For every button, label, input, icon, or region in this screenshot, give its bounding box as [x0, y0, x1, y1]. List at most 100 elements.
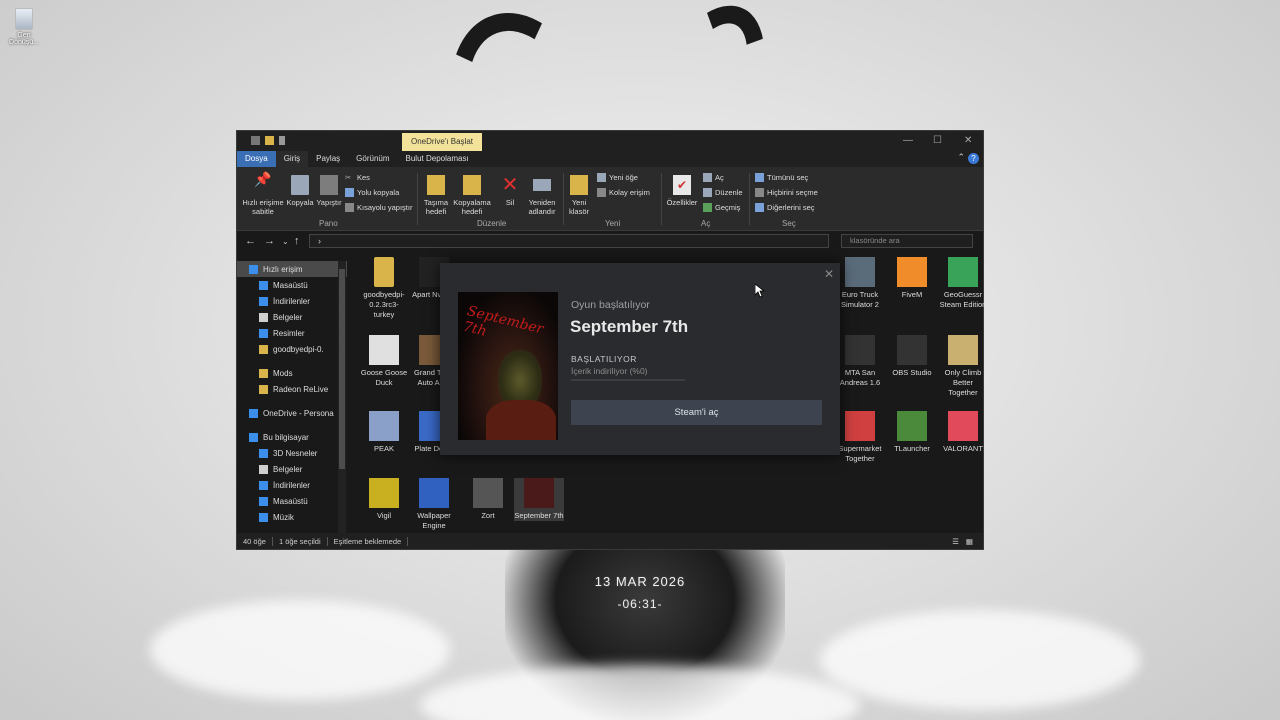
properties-button[interactable]: ✔ Özellikler: [665, 175, 699, 207]
sidebar-item[interactable]: İndirilenler: [237, 477, 347, 493]
file-icon: [948, 257, 978, 287]
select-all-label: Tümünü seç: [767, 173, 809, 182]
copy-path-label: Yolu kopyala: [357, 188, 400, 197]
file-icon: [524, 478, 554, 508]
pin-icon: 📌: [254, 171, 272, 187]
paste-shortcut-button[interactable]: Kısayolu yapıştır: [345, 203, 412, 212]
tab-cloud-storage[interactable]: Bulut Depolaması: [398, 151, 477, 167]
file-item[interactable]: Vigil: [359, 478, 409, 521]
forward-arrow-icon[interactable]: →: [264, 235, 275, 247]
file-item[interactable]: TLauncher: [887, 411, 937, 454]
file-item[interactable]: MTA San Andreas 1.6: [835, 335, 885, 388]
close-icon[interactable]: ✕: [824, 267, 834, 281]
chevron-up-icon[interactable]: ⌃: [957, 152, 965, 163]
up-arrow-icon[interactable]: ↑: [294, 235, 300, 247]
tab-onedrive-context[interactable]: OneDrive'ı Başlat: [402, 133, 482, 151]
sidebar-item[interactable]: İndirilenler✦: [237, 293, 347, 309]
tab-view[interactable]: Görünüm: [348, 151, 397, 167]
file-item[interactable]: Supermarket Together: [835, 411, 885, 464]
sidebar-item-label: İndirilenler: [273, 296, 310, 306]
copy-to-button[interactable]: Kopyalama hedefi: [451, 175, 493, 216]
file-item[interactable]: FiveM: [887, 257, 937, 300]
new-folder-button[interactable]: Yeni klasör: [565, 175, 593, 216]
file-item[interactable]: VALORANT: [938, 411, 988, 454]
sidebar-item[interactable]: Belgeler✦: [237, 309, 347, 325]
back-arrow-icon[interactable]: ←: [245, 235, 256, 247]
copy-path-button[interactable]: Yolu kopyala: [345, 188, 399, 197]
open-button[interactable]: Aç: [703, 173, 724, 182]
invert-selection-button[interactable]: Diğerlerini seç: [755, 203, 815, 212]
desktop-icon-label: Geri Dönüşü...: [9, 32, 39, 46]
tab-file[interactable]: Dosya: [237, 151, 276, 167]
game-title: September 7th: [570, 317, 689, 336]
sidebar-item[interactable]: Radeon ReLive: [237, 381, 347, 397]
dialog-label: Oyun başlatılıyor: [571, 299, 650, 311]
easy-access-button[interactable]: Kolay erişim: [597, 188, 650, 197]
search-input[interactable]: klasöründe ara: [841, 234, 973, 248]
properties-icon[interactable]: [251, 136, 260, 145]
move-to-button[interactable]: Taşıma hedefi: [421, 175, 451, 216]
history-button[interactable]: Geçmiş: [703, 203, 740, 212]
file-icon: [845, 335, 875, 365]
select-none-icon: [755, 188, 764, 197]
minimize-button[interactable]: —: [903, 135, 913, 146]
tab-home[interactable]: Giriş: [275, 151, 309, 167]
sidebar-item[interactable]: Mods: [237, 365, 347, 381]
sidebar-item[interactable]: Resimler✦: [237, 325, 347, 341]
large-icons-view-icon[interactable]: ▦: [960, 537, 979, 546]
sidebar-item[interactable]: Belgeler: [237, 461, 347, 477]
new-folder-icon[interactable]: [265, 136, 274, 145]
file-item[interactable]: September 7th: [514, 478, 564, 521]
sidebar-item[interactable]: goodbyedpi-0.✦: [237, 341, 347, 357]
paste-button[interactable]: Yapıştır: [315, 175, 343, 207]
sidebar-item[interactable]: Hızlı erişim: [237, 261, 347, 277]
file-item[interactable]: PEAK: [359, 411, 409, 454]
cut-button[interactable]: ✂ Kes: [345, 173, 370, 182]
file-item[interactable]: Euro Truck Simulator 2: [835, 257, 885, 310]
properties-label: Özellikler: [666, 198, 698, 207]
sidebar-item[interactable]: Masaüstü✦: [237, 277, 347, 293]
checkmark-icon: ✔: [673, 175, 691, 195]
path-icon: [345, 188, 354, 197]
file-item[interactable]: GeoGuessr Steam Edition: [938, 257, 988, 310]
navigation-scrollbar[interactable]: [338, 261, 346, 534]
invert-selection-icon: [755, 203, 764, 212]
rename-label: Yeniden adlandır: [528, 198, 556, 216]
edit-button[interactable]: Düzenle: [703, 188, 743, 197]
file-label: TLauncher: [894, 444, 930, 453]
open-icon: [703, 173, 712, 182]
file-item[interactable]: OBS Studio: [887, 335, 937, 378]
sidebar-item[interactable]: 3D Nesneler: [237, 445, 347, 461]
copy-button[interactable]: Kopyala: [285, 175, 315, 207]
file-icon: [369, 478, 399, 508]
open-steam-button[interactable]: Steam'i aç: [571, 400, 822, 425]
select-none-button[interactable]: Hiçbirini seçme: [755, 188, 818, 197]
file-item[interactable]: goodbyedpi-0.2.3rc3-turkey: [359, 257, 409, 320]
scrollbar-thumb[interactable]: [339, 269, 345, 469]
sidebar-item[interactable]: Müzik: [237, 509, 347, 525]
tab-share[interactable]: Paylaş: [308, 151, 348, 167]
sidebar-folder-icon: [259, 280, 268, 290]
address-input[interactable]: ›: [309, 234, 829, 248]
file-item[interactable]: Goose Goose Duck: [359, 335, 409, 388]
edit-icon: [703, 188, 712, 197]
delete-button[interactable]: ✕ Sil: [499, 175, 521, 207]
paste-icon: [320, 175, 338, 195]
file-icon: [374, 257, 394, 287]
new-item-button[interactable]: Yeni öğe: [597, 173, 638, 182]
file-item[interactable]: Only Climb Better Together: [938, 335, 988, 398]
sidebar-item[interactable]: Bu bilgisayar: [237, 429, 347, 445]
pin-quick-access-button[interactable]: 📌 Hızlı erişime sabitle: [241, 171, 285, 216]
file-item[interactable]: Wallpaper Engine: [409, 478, 459, 531]
file-item[interactable]: Zort: [463, 478, 513, 521]
help-icon[interactable]: ?: [968, 153, 979, 164]
recent-chevron-icon[interactable]: ⌄: [282, 237, 289, 246]
desktop-icon-recycle-bin[interactable]: Geri Dönüşü...: [6, 8, 42, 46]
maximize-button[interactable]: ☐: [933, 135, 942, 146]
rename-button[interactable]: Yeniden adlandır: [525, 175, 559, 216]
sidebar-item[interactable]: OneDrive - Persona: [237, 405, 347, 421]
select-all-button[interactable]: Tümünü seç: [755, 173, 808, 182]
chevron-down-icon[interactable]: [279, 136, 285, 145]
close-button[interactable]: ✕: [964, 135, 972, 146]
sidebar-item[interactable]: Masaüstü: [237, 493, 347, 509]
